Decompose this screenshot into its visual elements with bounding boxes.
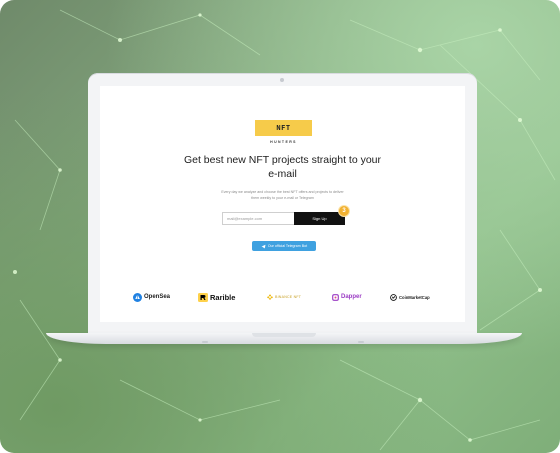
page-description: Every day we analyze and choose the best…: [221, 190, 344, 200]
laptop-base: [46, 333, 522, 344]
laptop-foot: [202, 341, 208, 343]
partner-label: OpenSea: [144, 294, 171, 300]
partner-label: Dapper: [341, 294, 362, 300]
partner-label: Rarible: [210, 292, 236, 302]
telegram-bot-button[interactable]: Our official Telegram Bot: [252, 241, 316, 251]
signup-button[interactable]: Sign Up: [294, 212, 345, 225]
email-input[interactable]: mail@example.com: [222, 212, 294, 225]
partner-label: CoinMarketCap: [399, 294, 430, 300]
opensea-icon: [133, 292, 142, 302]
telegram-icon: [261, 244, 266, 248]
binance-icon: [267, 294, 273, 300]
partner-coinmarketcap[interactable]: CoinMarketCap: [390, 291, 430, 303]
laptop-screen: NFT HUNTERS Get best new NFT projects st…: [100, 86, 465, 322]
partner-dapper[interactable]: Dapper: [332, 291, 362, 303]
partner-label: BINANCE NFT: [275, 295, 302, 299]
email-placeholder: mail@example.com: [227, 216, 263, 221]
background-stage: NFT HUNTERS Get best new NFT projects st…: [0, 0, 560, 453]
notification-badge: 3: [339, 206, 349, 216]
laptop-foot: [358, 341, 364, 343]
logo-subtitle: HUNTERS: [270, 140, 297, 144]
partner-opensea[interactable]: OpenSea: [133, 291, 170, 303]
partner-rarible[interactable]: Rarible: [198, 291, 235, 303]
page-headline: Get best new NFT projects straight to yo…: [183, 154, 382, 180]
laptop-lid: NFT HUNTERS Get best new NFT projects st…: [88, 73, 477, 335]
laptop-base-notch: [252, 333, 316, 337]
partner-logos: OpenSea Rarible BINANCE NFT Dapper CoinM…: [100, 291, 465, 303]
partner-binance-nft[interactable]: BINANCE NFT: [267, 291, 301, 303]
telegram-button-label: Our official Telegram Bot: [267, 244, 308, 248]
nft-hunters-logo[interactable]: NFT: [255, 120, 312, 136]
logo-text: NFT: [276, 124, 291, 132]
rarible-icon: [198, 292, 208, 302]
laptop-camera: [280, 78, 284, 82]
signup-button-label: Sign Up: [312, 216, 327, 221]
coinmarketcap-icon: [390, 293, 397, 301]
dapper-icon: [332, 293, 339, 301]
